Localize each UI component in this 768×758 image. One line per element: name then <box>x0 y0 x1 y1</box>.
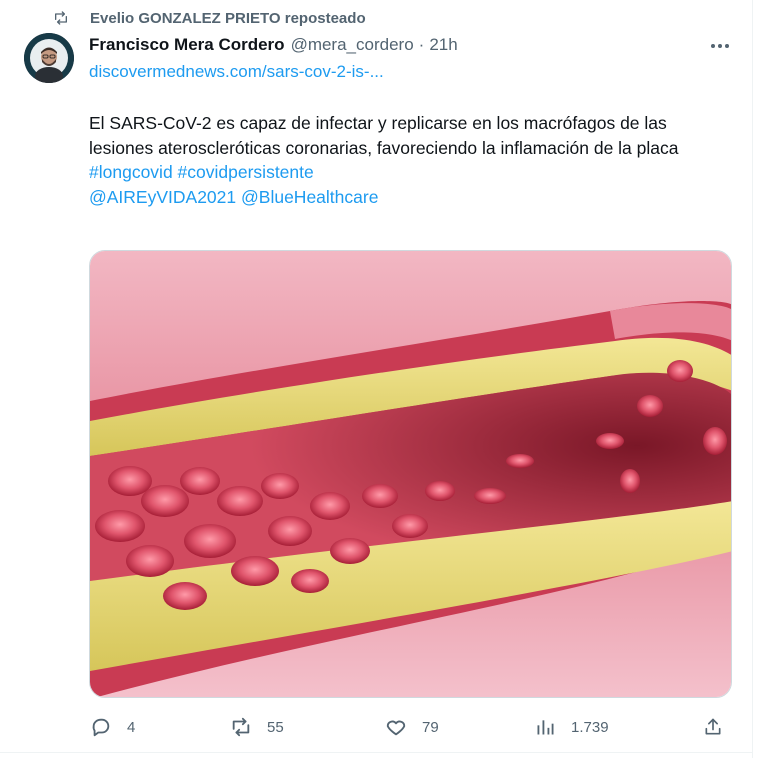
tweet-main-text: El SARS-CoV-2 es capaz de infectar y rep… <box>89 113 679 158</box>
tweet-header: Francisco Mera Cordero @mera_cordero · 2… <box>89 34 458 56</box>
repost-label[interactable]: Evelio GONZALEZ PRIETO reposteado <box>90 10 366 27</box>
views-count: 1.739 <box>571 718 609 736</box>
avatar[interactable] <box>24 33 74 83</box>
author-handle[interactable]: @mera_cordero <box>291 35 414 55</box>
share-icon <box>701 715 725 739</box>
repost-header[interactable]: Evelio GONZALEZ PRIETO reposteado <box>52 8 366 28</box>
tweet-image[interactable] <box>89 250 732 698</box>
repost-icon <box>52 8 74 28</box>
views-icon <box>533 715 557 739</box>
share-button[interactable] <box>701 712 725 742</box>
hashtag-line: #longcovid #covidpersistente <box>89 160 729 185</box>
reply-count: 4 <box>127 718 136 736</box>
tweet-actions: 4 55 79 1.739 <box>89 712 739 742</box>
mention-aireyvida[interactable]: @AIREyVIDA2021 <box>89 187 236 207</box>
separator-dot: · <box>418 35 425 54</box>
external-link[interactable]: discovermednews.com/sars-cov-2-is-... <box>89 62 384 82</box>
heart-icon <box>384 715 408 739</box>
reply-button[interactable]: 4 <box>89 712 135 742</box>
tweet-timestamp[interactable]: 21h <box>429 35 457 55</box>
more-options-button[interactable] <box>702 34 738 56</box>
tweet-card[interactable]: Evelio GONZALEZ PRIETO reposteado Franci… <box>0 0 753 758</box>
mention-line: @AIREyVIDA2021 @BlueHealthcare <box>89 185 729 210</box>
like-button[interactable]: 79 <box>384 712 439 742</box>
hashtag-longcovid[interactable]: #longcovid <box>89 162 173 182</box>
reply-icon <box>89 715 113 739</box>
mention-bluehealthcare[interactable]: @BlueHealthcare <box>241 187 378 207</box>
like-count: 79 <box>422 718 439 736</box>
repost-count: 55 <box>267 718 284 736</box>
divider <box>0 752 753 753</box>
author-name[interactable]: Francisco Mera Cordero <box>89 35 285 55</box>
repost-icon <box>229 715 253 739</box>
tweet-text: El SARS-CoV-2 es capaz de infectar y rep… <box>89 111 729 209</box>
views-button[interactable]: 1.739 <box>533 712 609 742</box>
repost-button[interactable]: 55 <box>229 712 284 742</box>
more-icon <box>710 36 730 54</box>
hashtag-covidpersistente[interactable]: #covidpersistente <box>178 162 314 182</box>
